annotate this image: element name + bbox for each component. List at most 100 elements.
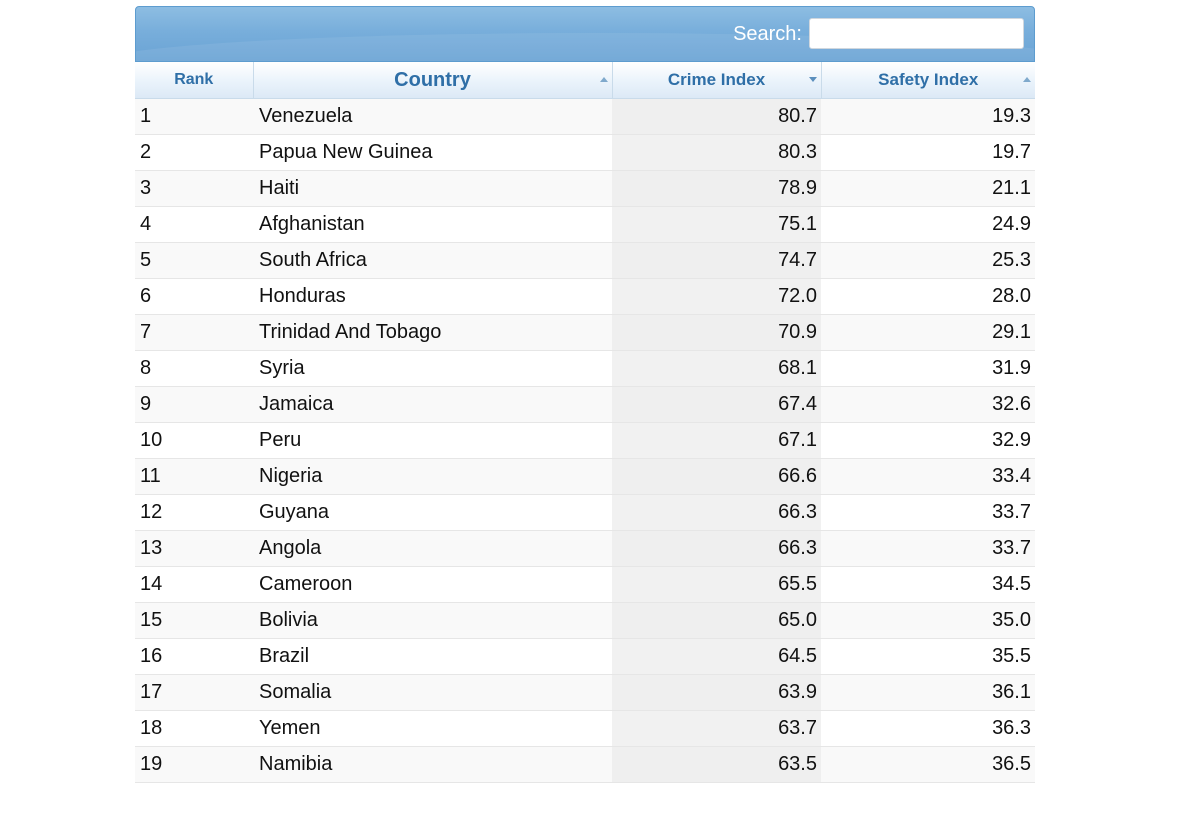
cell-rank: 8 [135,350,253,387]
cell-country: South Africa [253,242,612,279]
cell-rank: 17 [135,674,253,711]
cell-country: Cameroon [253,566,612,603]
column-header-country-label: Country [394,68,471,91]
table-row: 1 Venezuela 80.7 19.3 [135,98,1035,135]
cell-crime-index: 65.5 [612,566,821,603]
cell-safety-index: 24.9 [821,206,1035,243]
crime-index-table: Rank Country Crime Index Safety Index 1V… [135,62,1035,783]
cell-country: Jamaica [253,386,612,423]
cell-country: Syria [253,350,612,387]
cell-crime-index: 63.7 [612,710,821,747]
cell-rank: 14 [135,566,253,603]
cell-rank: 10 [135,422,253,459]
column-header-crime-index-label: Crime Index [667,70,766,89]
table-row: 2 Papua New Guinea 80.3 19.7 [135,134,1035,171]
table-row: 13 Angola 66.3 33.7 [135,530,1035,567]
cell-rank: 18 [135,710,253,747]
cell-safety-index: 28.0 [821,278,1035,315]
cell-country: Brazil [253,638,612,675]
table-row: 4 Afghanistan 75.1 24.9 [135,206,1035,243]
cell-crime-index: 65.0 [612,602,821,639]
cell-country: Namibia [253,746,612,783]
table-row: 14 Cameroon 65.5 34.5 [135,566,1035,603]
table-row: 6 Honduras 72.0 28.0 [135,278,1035,315]
cell-rank: 5 [135,242,253,279]
table-header-row: Rank Country Crime Index Safety Index [135,62,1035,99]
table-row: 5 South Africa 74.7 25.3 [135,242,1035,279]
cell-safety-index: 35.5 [821,638,1035,675]
cell-rank: 11 [135,458,253,495]
cell-crime-index: 66.3 [612,530,821,567]
cell-crime-index: 80.7 [612,98,821,135]
cell-safety-index: 19.3 [821,98,1035,135]
cell-rank: 19 [135,746,253,783]
cell-country: Peru [253,422,612,459]
cell-country: Honduras [253,278,612,315]
search-label: Search: [733,23,802,45]
cell-safety-index: 31.9 [821,350,1035,387]
cell-country: Yemen [253,710,612,747]
rankings-table-widget: Search: Rank Country Crime Index Safety … [135,6,1035,783]
cell-safety-index: 33.4 [821,458,1035,495]
table-row: 16 Brazil 64.5 35.5 [135,638,1035,675]
cell-crime-index: 63.9 [612,674,821,711]
cell-rank: 16 [135,638,253,675]
column-header-country[interactable]: Country [253,62,613,99]
cell-country: Afghanistan [253,206,612,243]
cell-safety-index: 36.5 [821,746,1035,783]
cell-crime-index: 72.0 [612,278,821,315]
search-bar: Search: [135,6,1035,62]
cell-safety-index: 33.7 [821,530,1035,567]
table-row: 3 Haiti 78.9 21.1 [135,170,1035,207]
column-header-rank-label: Rank [174,71,214,88]
cell-country: Angola [253,530,612,567]
table-body: 1 Venezuela 80.7 19.3 2 Papua New Guinea 80.3 1… [135,98,1035,783]
cell-safety-index: 34.5 [821,566,1035,603]
cell-rank: 3 [135,170,253,207]
table-row: 11 Nigeria 66.6 33.4 [135,458,1035,495]
cell-crime-index: 63.5 [612,746,821,783]
cell-crime-index: 80.3 [612,134,821,171]
cell-safety-index: 32.6 [821,386,1035,423]
search-input[interactable] [809,18,1024,49]
cell-safety-index: 33.7 [821,494,1035,531]
cell-country: Trinidad And Tobago [253,314,612,351]
table-row: 18 Yemen 63.7 36.3 [135,710,1035,747]
table-row: 12 Guyana 66.3 33.7 [135,494,1035,531]
column-header-safety-index-label: Safety Index [878,70,979,89]
table-row: 17 Somalia 63.9 36.1 [135,674,1035,711]
cell-safety-index: 36.1 [821,674,1035,711]
column-header-crime-index[interactable]: Crime Index [612,62,822,99]
table-row: 19 Namibia 63.5 36.5 [135,746,1035,783]
cell-safety-index: 21.1 [821,170,1035,207]
cell-rank: 7 [135,314,253,351]
column-header-safety-index[interactable]: Safety Index [821,62,1035,99]
sort-desc-icon [808,77,817,82]
cell-rank: 1 [135,98,253,135]
cell-rank: 15 [135,602,253,639]
cell-safety-index: 35.0 [821,602,1035,639]
table-row: 15 Bolivia 65.0 35.0 [135,602,1035,639]
table-row: 7 Trinidad And Tobago 70.9 29.1 [135,314,1035,351]
cell-country: Nigeria [253,458,612,495]
cell-country: Venezuela [253,98,612,135]
sort-asc-icon [1023,77,1031,82]
cell-rank: 6 [135,278,253,315]
cell-crime-index: 67.4 [612,386,821,423]
cell-crime-index: 66.3 [612,494,821,531]
cell-safety-index: 32.9 [821,422,1035,459]
cell-crime-index: 78.9 [612,170,821,207]
cell-country: Somalia [253,674,612,711]
cell-rank: 12 [135,494,253,531]
cell-rank: 2 [135,134,253,171]
column-header-rank[interactable]: Rank [135,62,254,99]
cell-country: Papua New Guinea [253,134,612,171]
table-row: 8 Syria 68.1 31.9 [135,350,1035,387]
cell-rank: 13 [135,530,253,567]
cell-safety-index: 29.1 [821,314,1035,351]
cell-crime-index: 70.9 [612,314,821,351]
table-row: 10 Peru 67.1 32.9 [135,422,1035,459]
cell-country: Haiti [253,170,612,207]
cell-crime-index: 75.1 [612,206,821,243]
cell-crime-index: 66.6 [612,458,821,495]
